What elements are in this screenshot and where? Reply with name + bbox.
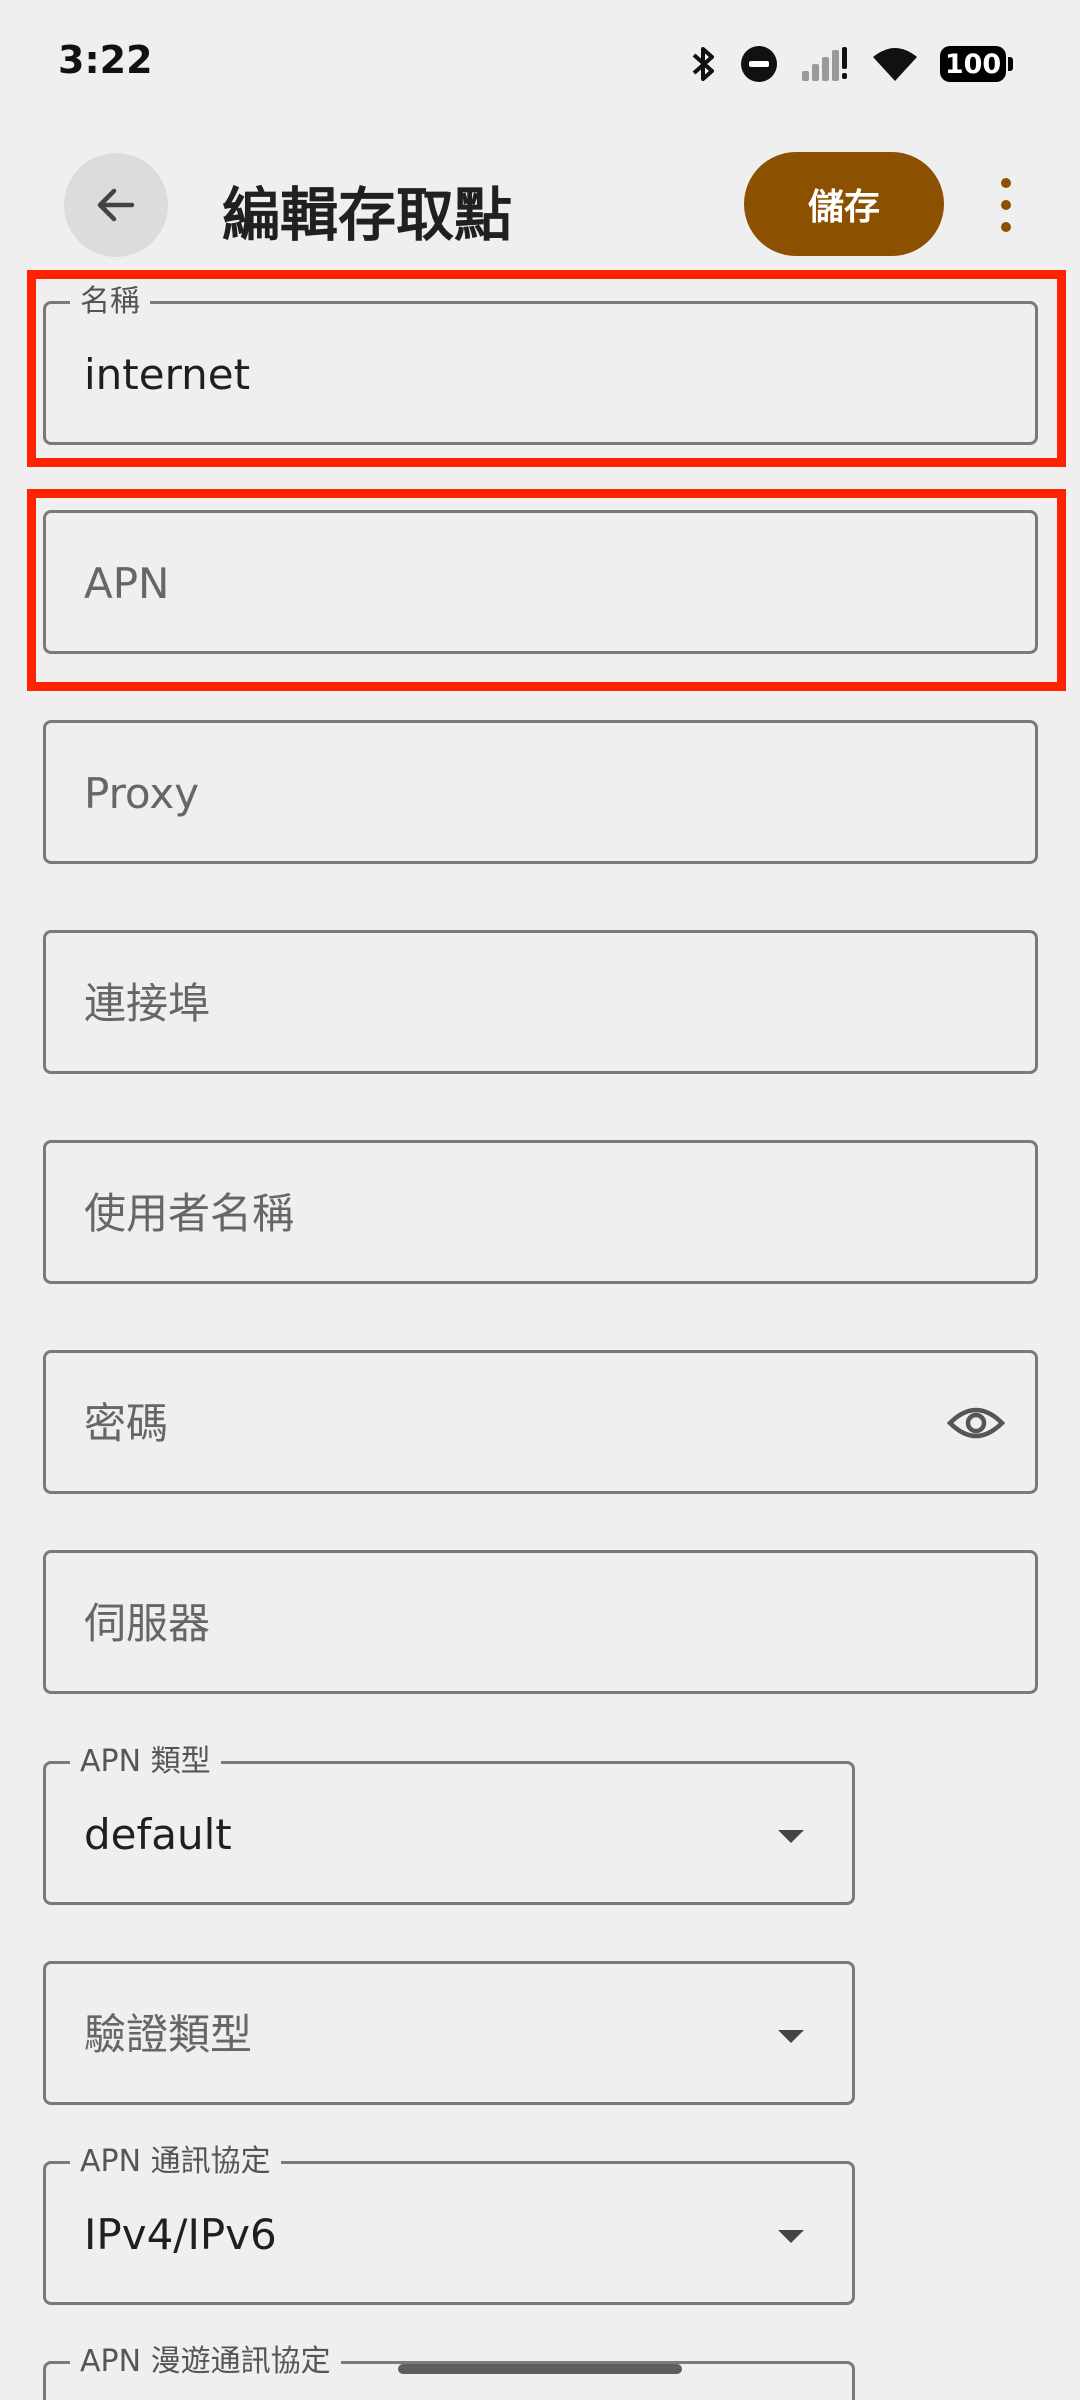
port-field-placeholder: 連接埠 <box>84 979 211 1028</box>
more-vert-icon[interactable] <box>986 170 1026 240</box>
port-field[interactable]: 連接埠 <box>43 930 1038 1074</box>
auth-type-placeholder: 驗證類型 <box>84 2010 253 2059</box>
apn-field[interactable]: APN <box>43 510 1038 654</box>
page-title: 編輯存取點 <box>222 181 513 249</box>
home-indicator[interactable] <box>398 2364 682 2374</box>
status-icons: 100 <box>690 44 1013 84</box>
dropdown-arrow-icon <box>778 2230 804 2243</box>
arrow-back-icon <box>97 188 135 222</box>
do-not-disturb-icon <box>741 46 777 82</box>
password-field[interactable]: 密碼 <box>43 1350 1038 1494</box>
username-field-placeholder: 使用者名稱 <box>84 1189 295 1238</box>
back-button[interactable] <box>64 153 168 257</box>
apn-type-label: APN 類型 <box>70 1742 221 1782</box>
battery-icon: 100 <box>940 46 1013 82</box>
dropdown-arrow-icon <box>778 1830 804 1843</box>
password-field-placeholder: 密碼 <box>84 1399 169 1448</box>
apn-roaming-protocol-label: APN 漫遊通訊協定 <box>70 2342 341 2382</box>
apn-protocol-label: APN 通訊協定 <box>70 2142 281 2182</box>
dot <box>1001 178 1011 188</box>
app-bar: 編輯存取點 儲存 <box>0 130 1080 280</box>
proxy-field[interactable]: Proxy <box>43 720 1038 864</box>
status-bar: 3:22 100 <box>0 0 1080 130</box>
dot <box>1001 222 1011 232</box>
apn-protocol-dropdown[interactable]: APN 通訊協定 IPv4/IPv6 <box>43 2142 855 2305</box>
proxy-field-placeholder: Proxy <box>84 769 200 818</box>
apn-protocol-value: IPv4/IPv6 <box>84 2210 277 2259</box>
screen: 3:22 100 編輯存取點 儲存 名稱 internet APN Proxy … <box>0 0 1080 2400</box>
name-field-label: 名稱 <box>70 282 150 322</box>
apn-type-dropdown[interactable]: APN 類型 default <box>43 1742 855 1905</box>
server-field-placeholder: 伺服器 <box>84 1599 211 1648</box>
dot <box>1001 200 1011 210</box>
cell-signal-icon <box>802 47 847 81</box>
name-field-value: internet <box>84 350 251 399</box>
auth-type-dropdown[interactable]: 驗證類型 <box>43 1961 855 2105</box>
name-field[interactable]: 名稱 internet <box>43 282 1038 445</box>
battery-level: 100 <box>944 48 1002 80</box>
eye-icon[interactable] <box>947 1401 1005 1445</box>
apn-type-value: default <box>84 1810 232 1859</box>
save-button[interactable]: 儲存 <box>744 152 944 256</box>
server-field[interactable]: 伺服器 <box>43 1550 1038 1694</box>
status-time: 3:22 <box>58 38 153 82</box>
wifi-icon <box>873 48 917 81</box>
bluetooth-icon <box>692 47 714 81</box>
dropdown-arrow-icon <box>778 2030 804 2043</box>
username-field[interactable]: 使用者名稱 <box>43 1140 1038 1284</box>
apn-field-placeholder: APN <box>84 559 170 608</box>
